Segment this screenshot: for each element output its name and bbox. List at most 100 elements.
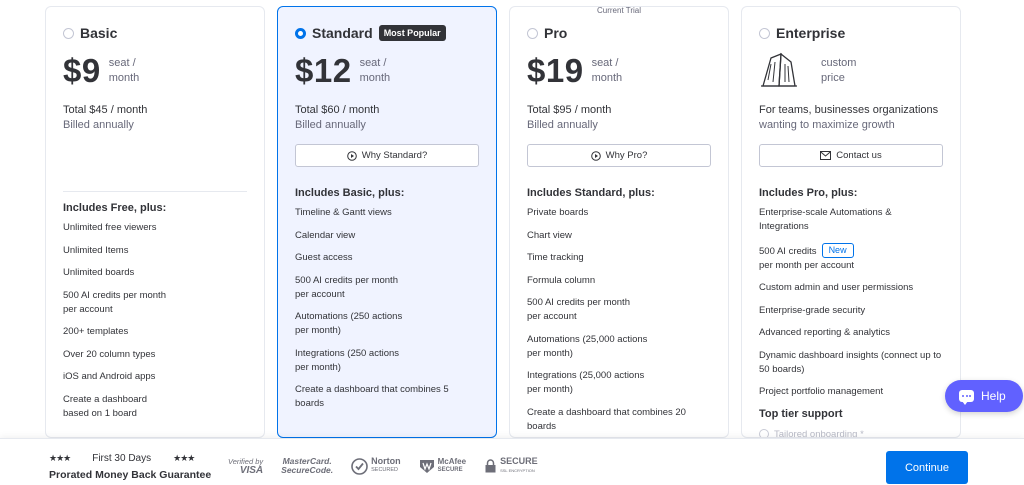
feature-text: 500 AI credits [759,245,817,257]
first-days-text: First 30 Days [92,452,152,464]
feature-list: Timeline & Gantt views Calendar view Gue… [295,206,479,411]
plan-card-standard[interactable]: Standard Most Popular $12 seat / month T… [277,6,497,438]
feature-item: Enterprise-scale Automations & Integrati… [759,207,892,232]
mcafee-secure-logo: McAfee SECURE [419,457,466,475]
feature-item: Dynamic dashboard insights (connect up t… [759,349,942,375]
feature-item: Chart view [527,229,572,241]
contact-us-button[interactable]: Contact us [759,144,943,167]
feature-item: Unlimited boards [63,267,135,278]
feature-item: Create a dashboard based on 1 board [63,393,147,419]
feature-item: Timeline & Gantt views [295,207,392,218]
plan-radio-enterprise[interactable] [759,27,770,39]
continue-button[interactable]: Continue [886,451,968,484]
includes-heading: Includes Free, plus: [63,202,167,214]
mail-icon [820,151,832,160]
includes-heading: Includes Pro, plus: [759,187,858,199]
play-circle-icon [590,150,601,161]
feature-item: per month per account [759,259,855,271]
billing-note: Billed annually [527,119,598,131]
checkout-footer: ★★★ First 30 Days ★★★ Prorated Money Bac… [0,438,1024,485]
feature-item: Custom admin and user permissions [759,282,914,293]
button-label: Why Standard? [361,150,428,161]
onboarding-text: Tailored onboarding * [774,428,864,438]
feature-item: Formula column [527,274,596,286]
plan-card-pro[interactable]: Current Trial Pro $19 seat / month Total… [509,6,729,438]
feature-item: Advanced reporting & analytics [759,327,890,338]
feature-item: iOS and Android apps [63,371,156,382]
plan-price: $19 [527,52,584,89]
feature-list: Unlimited free viewers Unlimited Items U… [63,221,247,421]
feature-item: Private boards [527,207,589,218]
secure-ssl-logo: SECURE SSL ENCRYPTION [484,457,538,475]
plan-price: $9 [63,52,101,89]
price-unit: seat / month [591,57,623,84]
price-unit: seat / month [108,57,140,84]
plan-header: Enterprise [759,25,943,41]
feature-item: Project portfolio management [759,386,884,397]
feature-item: 500 AI credits per month per account [63,289,166,315]
feature-list: Enterprise-scale Automations & Integrati… [759,206,943,399]
feature-item: Time tracking [527,252,584,263]
new-badge: New [821,242,854,258]
feature-item: 500 AI credits per month per account [527,297,630,322]
feature-item: Create a dashboard that combines 5 board… [295,384,449,409]
billing-note: Billed annually [295,119,366,131]
button-label: Why Pro? [605,150,648,161]
feature-item: Guest access [295,252,353,263]
play-circle-icon [346,150,357,161]
chat-bubble-icon [959,390,974,405]
pricing-page: Basic $9 seat / month Total $45 / month … [0,0,1024,485]
feature-item: Over 20 column types [63,348,156,360]
plan-total: Total $95 / month [527,104,612,116]
plan-total: Total $60 / month [295,104,380,116]
price-unit: custom price [821,57,857,84]
button-label: Contact us [836,150,882,161]
plan-card-basic[interactable]: Basic $9 seat / month Total $45 / month … [45,6,265,438]
price-row: $19 seat / month [527,54,711,90]
plan-total: Total $45 / month [63,104,148,116]
buildings-icon [759,50,799,88]
stars-icon: ★★★ [49,452,71,463]
onboarding-item: Tailored onboarding * [759,428,943,438]
plan-radio-basic[interactable] [63,27,74,39]
money-back-guarantee: ★★★ First 30 Days ★★★ Prorated Money Bac… [49,452,211,482]
feature-item: Create a dashboard that combines 20 boar… [527,406,686,432]
help-button[interactable]: Help [945,380,1023,412]
feature-item: Integrations (25,000 actions per month) [527,370,645,395]
plan-price: $12 [295,52,352,89]
feature-item: Unlimited free viewers [63,222,157,233]
security-badges: Verified by VISA MasterCard. SecureCode.… [228,457,556,476]
plan-radio-standard[interactable] [295,27,306,39]
verified-by-visa-logo: Verified by VISA [228,457,264,476]
price-unit: seat / month [359,57,391,84]
includes-heading: Includes Standard, plus: [527,187,655,199]
plan-card-enterprise[interactable]: Enterprise custom price For teams, busin… [741,6,961,438]
top-tier-support-heading: Top tier support [759,407,843,420]
price-row: $9 seat / month [63,54,247,90]
guarantee-top-row: ★★★ First 30 Days ★★★ [49,452,211,464]
price-row: custom price [759,52,943,90]
price-row: $12 seat / month [295,54,479,90]
plan-description: For teams, businesses organizations [759,104,939,116]
plan-header: Pro [527,25,711,41]
feature-item: 500 AI credits per month per account [295,274,398,300]
feature-item: Automations (25,000 actions per month) [527,333,648,359]
feature-list: Private boards Chart view Time tracking … [527,206,711,434]
plan-name: Standard [312,25,373,41]
why-pro-button[interactable]: Why Pro? [527,144,711,167]
help-label: Help [981,389,1006,403]
divider [63,191,247,192]
feature-item: Integrations (250 actions per month) [295,347,400,373]
plan-name: Enterprise [776,25,846,41]
plan-header: Basic [63,25,247,41]
billing-note: Billed annually [63,119,134,131]
feature-item: Enterprise-grade security [759,304,866,316]
most-popular-badge: Most Popular [378,25,446,41]
plan-name: Pro [544,25,568,41]
plan-header: Standard Most Popular [295,25,479,41]
why-standard-button[interactable]: Why Standard? [295,144,479,167]
check-circle-icon [759,429,769,437]
plan-name: Basic [80,25,118,41]
plan-radio-pro[interactable] [527,27,538,39]
norton-secured-logo: Norton SECURED [351,457,401,475]
